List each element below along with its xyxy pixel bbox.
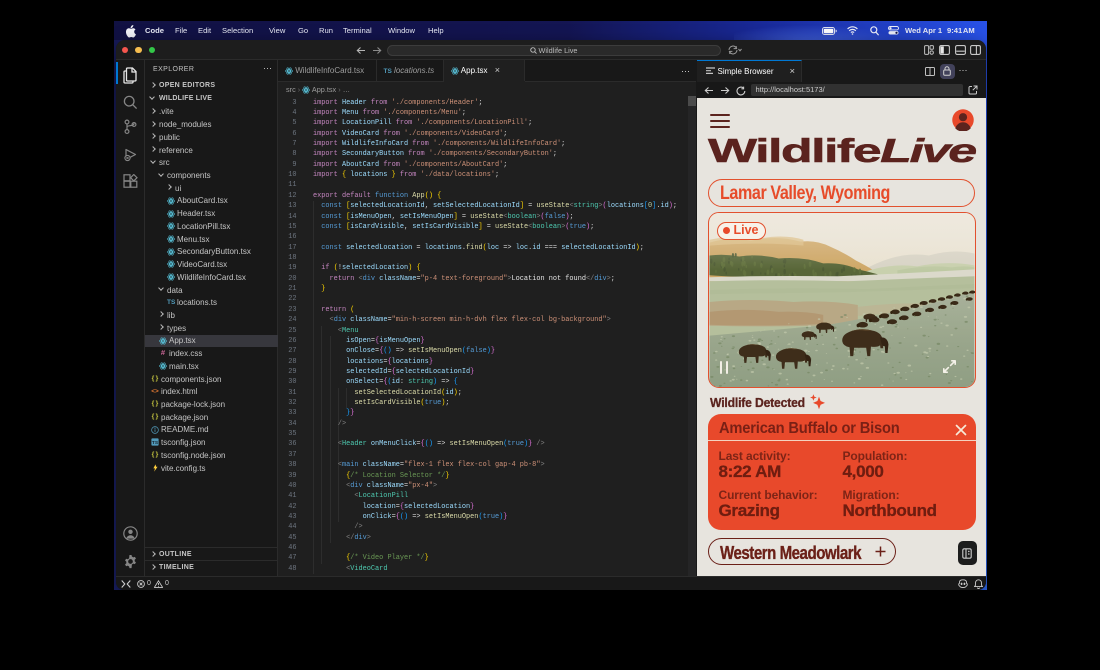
svg-text:TS: TS <box>152 441 159 447</box>
